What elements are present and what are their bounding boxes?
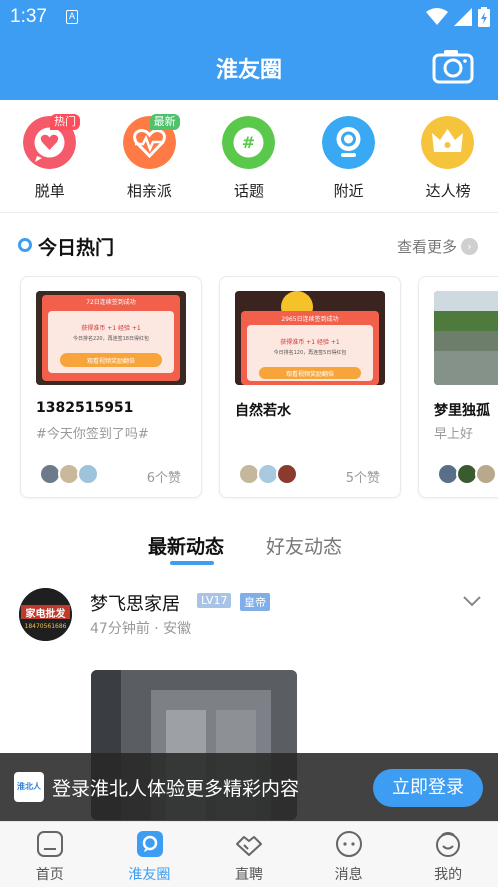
card-image-button: 观看视频奖励翻倍 [285,371,334,378]
tab-indicator [170,561,214,565]
camera-icon[interactable] [432,48,474,84]
level-badge: LV17 [197,593,232,608]
hot-badge: 热门 [50,114,80,130]
new-badge: 最新 [149,114,180,130]
like-count: 5个赞 [345,471,380,486]
avatar[interactable]: 家电批发 18470561686 [19,588,72,641]
category-topic[interactable]: # 话题 [199,100,299,212]
avatar [475,463,497,485]
app-header: 1:37 A 淮友圈 [0,0,498,100]
rank-badge: 皇帝 [240,593,270,611]
liker-avatars [39,463,99,485]
nav-mine[interactable]: 我的 [398,822,498,887]
bottom-nav: 首页 淮友圈 直聘 消息 我的 [0,821,498,887]
view-more-label: 查看更多 [396,238,457,256]
nav-label: 直聘 [234,867,263,883]
card-image-line: 今日排名220，再连签18日得红包 [73,336,149,342]
category-label: 达人榜 [425,182,471,200]
like-count: 6个赞 [146,471,181,486]
login-button[interactable]: 立即登录 [373,769,483,807]
card-author: 梦里独孤 [434,403,490,419]
card-image-title: 72日连续签到成功 [86,299,136,306]
status-icons [426,7,490,27]
nav-messages[interactable]: 消息 [299,822,399,887]
dot-icon [18,238,32,252]
notification-indicator: A [66,10,78,24]
category-tuodan[interactable]: 热门 脱单 [0,100,100,212]
category-xiangqin[interactable]: 最新 相亲派 [100,100,200,212]
card-image-title: 2965日连续签到成功 [281,316,339,323]
card-image: 72日连续签到成功 获得淮币 +1 经验 +1 今日排名220，再连签18日得红… [36,291,186,385]
avatar-phone: 18470561686 [24,623,67,630]
wifi-icon [426,8,448,25]
section-title: 今日热门 [38,237,115,259]
category-row: 热门 脱单 最新 相亲派 # 话题 附近 达人榜 [0,100,498,212]
profile-icon [436,832,461,857]
hot-card[interactable]: 梦里独孤 早上好 [418,276,498,498]
hashtag-icon: # [222,116,276,169]
hot-card-list[interactable]: 72日连续签到成功 获得淮币 +1 经验 +1 今日排名220，再连签18日得红… [0,276,498,500]
hot-section-header: 今日热门 查看更多 › [0,228,498,264]
avatar-text: 家电批发 [25,609,66,620]
view-more-link[interactable]: 查看更多 › [397,236,478,257]
landscape-photo [434,291,498,385]
card-subtitle: 早上好 [434,427,474,442]
page-title: 淮友圈 [215,58,282,83]
category-nearby[interactable]: 附近 [299,100,399,212]
nav-label: 我的 [434,867,463,883]
card-image-button: 观看视频奖励翻倍 [86,358,135,365]
signal-icon [454,8,472,26]
nav-zhipin[interactable]: 直聘 [199,822,299,887]
status-time: 1:37 [10,6,47,27]
login-banner: 淮北人 登录淮北人体验更多精彩内容 立即登录 [0,753,498,821]
nav-home[interactable]: 首页 [0,822,100,887]
message-icon [335,831,362,857]
hot-card[interactable]: 72日连续签到成功 获得淮币 +1 经验 +1 今日排名220，再连签18日得红… [20,276,202,498]
nav-label: 首页 [35,867,64,883]
category-label: 附近 [333,182,364,200]
card-author: 自然若水 [235,403,291,419]
tab-friends[interactable]: 好友动态 [266,532,342,559]
card-image-line: 今日排名120，再连签5日得红包 [273,350,347,356]
login-prompt: 登录淮北人体验更多精彩内容 [52,778,300,800]
avatar [77,463,99,485]
svg-text:#: # [242,133,255,152]
crown-icon [421,116,475,169]
location-icon [321,116,375,169]
category-label: 话题 [233,182,264,200]
divider [0,212,498,213]
chevron-right-icon: › [461,238,478,255]
home-icon [37,831,63,857]
post-meta: 47分钟前 · 安徽 [90,621,192,637]
chat-bubble-icon [136,831,163,857]
card-image: 2965日连续签到成功 获得淮币 +1 经验 +1 今日排名120，再连签5日得… [235,291,385,385]
card-image-line: 获得淮币 +1 经验 +1 [81,325,141,332]
liker-avatars [437,463,497,485]
liker-avatars [238,463,298,485]
battery-icon [478,7,490,27]
nav-label: 淮友圈 [128,867,171,883]
category-ranking[interactable]: 达人榜 [398,100,498,212]
post-author[interactable]: 梦飞思家居 [90,590,180,616]
handshake-icon [236,836,263,856]
card-image [434,291,498,385]
chevron-down-icon[interactable] [462,594,482,608]
card-subtitle: #今天你签到了吗# [36,427,149,442]
nav-label: 消息 [334,867,363,883]
card-author: 1382515951 [36,400,134,416]
nav-huaiyouquan[interactable]: 淮友圈 [100,822,200,887]
app-logo: 淮北人 [14,772,44,802]
category-label: 相亲派 [126,182,172,200]
tab-latest[interactable]: 最新动态 [148,532,224,559]
hot-card[interactable]: 2965日连续签到成功 获得淮币 +1 经验 +1 今日排名120，再连签5日得… [219,276,401,498]
status-bar: 1:37 A [0,0,498,34]
avatar [276,463,298,485]
category-label: 脱单 [34,182,65,200]
card-image-line: 获得淮币 +1 经验 +1 [280,339,340,346]
feed-tabs: 最新动态 好友动态 [0,528,498,568]
